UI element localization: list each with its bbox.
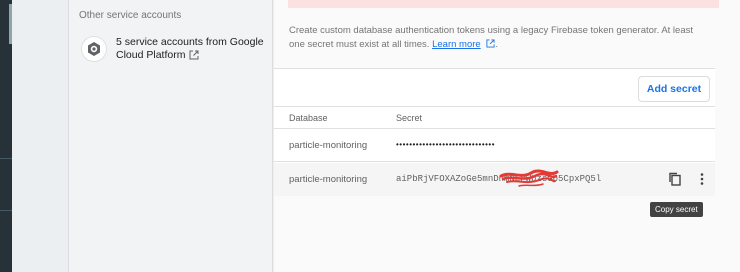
database-cell: particle-monitoring [289, 174, 368, 185]
table-row[interactable]: particle-monitoring aiPbRjVFOXAZoGe5mnDn… [274, 163, 715, 196]
secret-cell-masked: •••••••••••••••••••••••••••••• [396, 140, 496, 149]
learn-more-link[interactable]: Learn more [432, 39, 481, 50]
scrollbar-thumb[interactable] [9, 4, 12, 44]
secrets-card: Add secret Database Secret particle-moni… [274, 68, 715, 196]
more-vert-icon[interactable] [693, 170, 711, 188]
add-secret-button[interactable]: Add secret [638, 76, 710, 102]
rail-divider [0, 210, 12, 211]
redaction-scribble [499, 169, 559, 187]
open-in-new-icon[interactable] [486, 39, 495, 53]
gcp-service-accounts-label: 5 service accounts from Google Cloud Pla… [116, 36, 266, 64]
copy-secret-tooltip: Copy secret [650, 202, 703, 217]
warning-banner [288, 0, 719, 8]
column-header-secret: Secret [396, 113, 423, 123]
table-row[interactable]: particle-monitoring ••••••••••••••••••••… [274, 129, 715, 162]
secrets-description: Create custom database authentication to… [289, 24, 709, 53]
database-secrets-section: Create custom database authentication to… [274, 0, 740, 272]
service-accounts-panel: Other service accounts 5 service account… [68, 0, 273, 272]
gcp-service-accounts-link[interactable]: 5 service accounts from Google Cloud Pla… [81, 34, 266, 66]
database-cell: particle-monitoring [289, 140, 368, 151]
open-in-new-icon [189, 50, 199, 64]
rail-divider [0, 158, 12, 159]
description-period: . [495, 39, 498, 50]
gcp-logo-icon [81, 36, 107, 62]
secrets-toolbar: Add secret [274, 69, 715, 107]
secrets-table-header: Database Secret [274, 107, 715, 129]
copy-icon[interactable] [666, 170, 684, 188]
service-accounts-heading: Other service accounts [79, 10, 182, 21]
column-header-database: Database [289, 113, 328, 123]
left-rail [0, 0, 12, 272]
